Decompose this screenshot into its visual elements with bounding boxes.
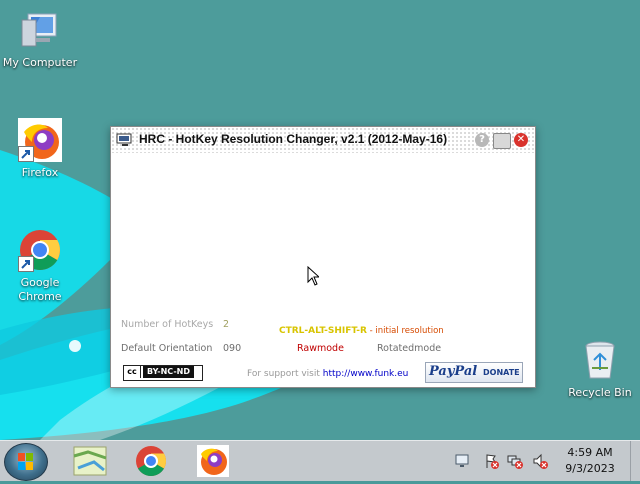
hotkey-description: - initial resolution <box>366 326 444 336</box>
mouse-cursor-icon <box>307 266 319 286</box>
show-desktop-button[interactable] <box>630 441 640 481</box>
clock-date: 9/3/2023 <box>565 462 615 475</box>
taskbar-explorer-button[interactable] <box>68 444 112 478</box>
start-button[interactable] <box>4 443 48 481</box>
network-tray-icon[interactable] <box>454 453 470 469</box>
chrome-icon <box>18 228 62 272</box>
system-clock[interactable]: 4:59 AM 9/3/2023 <box>560 445 620 477</box>
google-chrome-desktop-icon[interactable]: Google Chrome <box>0 228 80 304</box>
rawmode-button[interactable]: Rawmode <box>297 343 344 354</box>
support-text: For support visit http://www.funk.eu <box>247 369 408 379</box>
google-chrome-label: Google Chrome <box>18 276 62 303</box>
windows-logo-icon <box>18 453 33 470</box>
default-orientation-value: 090 <box>223 343 242 354</box>
minimize-button[interactable] <box>493 133 511 149</box>
number-of-hotkeys-value: 2 <box>223 319 230 330</box>
firefox-icon <box>18 118 62 162</box>
support-link[interactable]: http://www.funk.eu <box>323 369 409 379</box>
support-label: For support visit <box>247 369 320 379</box>
rotatedmode-button[interactable]: Rotatedmode <box>377 343 441 354</box>
recycle-bin-label: Recycle Bin <box>568 386 632 399</box>
shortcut-arrow-icon <box>18 146 34 162</box>
title-bar[interactable]: HRC - HotKey Resolution Changer, v2.1 (2… <box>111 127 535 153</box>
network-status-icon[interactable] <box>507 453 523 469</box>
close-button[interactable]: ✕ <box>514 133 528 147</box>
firefox-label: Firefox <box>21 166 59 179</box>
number-of-hotkeys-label: Number of HotKeys <box>121 319 214 330</box>
chrome-icon <box>136 446 167 477</box>
clock-time: 4:59 AM <box>567 446 613 459</box>
firefox-icon <box>197 445 229 477</box>
paypal-logo: PayPal <box>429 364 478 379</box>
taskbar-chrome-button[interactable] <box>129 444 173 478</box>
help-button[interactable]: ? <box>475 133 489 147</box>
computer-icon <box>18 8 62 52</box>
cc-icon: cc <box>124 366 141 378</box>
donate-label: DONATE <box>483 368 520 377</box>
volume-muted-icon[interactable] <box>532 453 548 469</box>
my-computer-desktop-icon[interactable]: My Computer <box>0 8 80 70</box>
taskbar-firefox-button[interactable] <box>190 444 234 478</box>
shortcut-arrow-icon <box>18 256 34 272</box>
monitor-app-icon <box>116 133 132 146</box>
window-title: HRC - HotKey Resolution Changer, v2.1 (2… <box>139 132 448 146</box>
default-orientation-label: Default Orientation <box>121 343 213 354</box>
map-icon <box>73 446 107 476</box>
hotkey-entry[interactable]: CTRL-ALT-SHIFT-R - initial resolution <box>279 325 444 336</box>
recycle-bin-desktop-icon[interactable]: Recycle Bin <box>560 338 640 400</box>
hotkey-combo: CTRL-ALT-SHIFT-R <box>279 326 367 336</box>
taskbar: 4:59 AM 9/3/2023 <box>0 440 640 481</box>
action-center-flag-icon[interactable] <box>484 453 500 469</box>
recycle-bin-icon <box>578 338 622 382</box>
paypal-donate-button[interactable]: PayPal DONATE <box>425 362 523 383</box>
cc-license-text: BY-NC-ND <box>143 366 195 378</box>
my-computer-label: My Computer <box>2 56 78 69</box>
firefox-desktop-icon[interactable]: Firefox <box>0 118 80 180</box>
cc-license-badge[interactable]: cc BY-NC-ND <box>123 365 203 381</box>
hrc-window[interactable]: HRC - HotKey Resolution Changer, v2.1 (2… <box>110 126 536 388</box>
